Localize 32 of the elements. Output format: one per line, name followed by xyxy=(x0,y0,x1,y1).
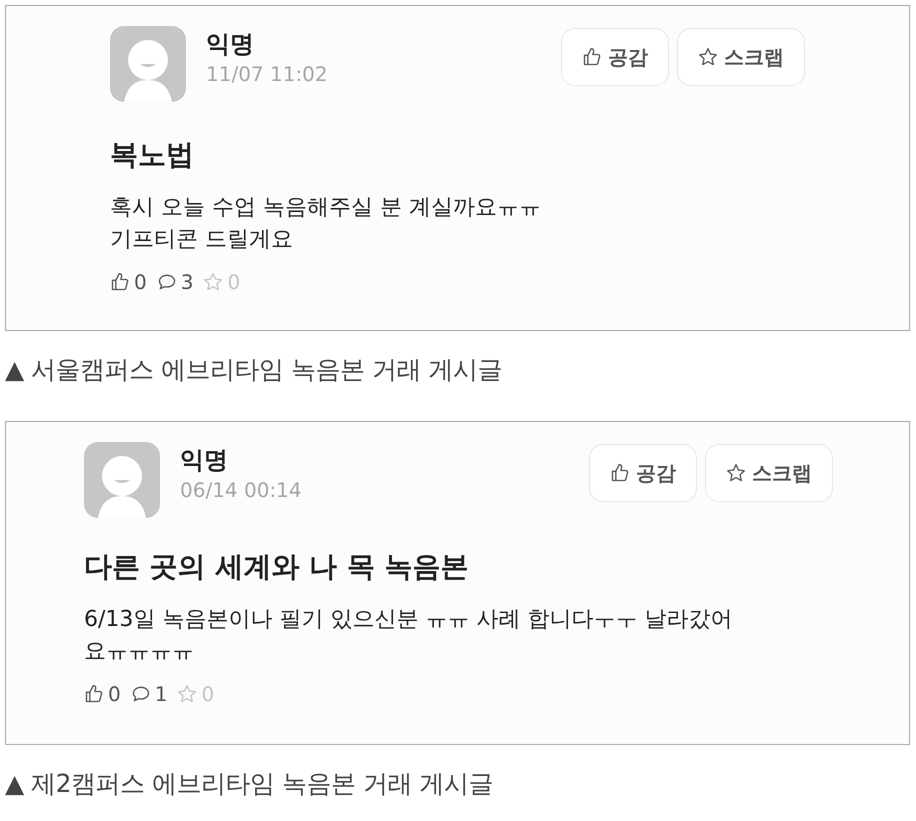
like-count: 0 xyxy=(108,682,121,706)
comment-icon xyxy=(156,272,177,292)
like-count: 0 xyxy=(134,270,147,294)
scrap-button[interactable]: 스크랩 xyxy=(677,28,805,86)
comment-count: 3 xyxy=(180,270,194,294)
star-icon xyxy=(698,47,718,67)
post-body: 6/13일 녹음본이나 필기 있으신분 ㅠㅠ 사례 합니다ㅜㅜ 날라갔어 요ㅠㅠㅠㅠ xyxy=(84,606,734,666)
comment-count: 1 xyxy=(154,682,168,706)
post-time: 11/07 11:02 xyxy=(206,62,328,86)
thumbs-up-icon xyxy=(582,47,602,67)
star-icon xyxy=(726,463,746,483)
figure-caption: ▲ 제2캠퍼스 에브리타임 녹음본 거래 게시글 xyxy=(5,768,494,800)
avatar-icon xyxy=(110,26,186,102)
post-body: 혹시 오늘 수업 녹음해주실 분 계실까요ㅠㅠ 기프티콘 드릴게요 xyxy=(110,194,542,254)
post-title: 다른 곳의 세계와 나 목 녹음본 xyxy=(84,549,470,585)
scrap-button[interactable]: 스크랩 xyxy=(705,444,833,502)
author-name: 익명 xyxy=(180,445,229,476)
thumbs-up-icon xyxy=(84,684,104,704)
scrap-count: 0 xyxy=(227,270,240,294)
like-button[interactable]: 공감 xyxy=(589,444,697,502)
thumbs-up-icon xyxy=(110,272,130,292)
star-icon xyxy=(177,684,198,704)
post-title: 복노법 xyxy=(110,137,195,173)
author-name: 익명 xyxy=(206,29,255,60)
avatar-icon xyxy=(84,442,160,518)
figure-caption: ▲ 서울캠퍼스 에브리타임 녹음본 거래 게시글 xyxy=(5,354,503,386)
star-icon xyxy=(203,272,224,292)
like-button[interactable]: 공감 xyxy=(561,28,669,86)
comment-icon xyxy=(130,684,151,704)
scrap-count: 0 xyxy=(201,682,214,706)
thumbs-up-icon xyxy=(610,463,630,483)
post-time: 06/14 00:14 xyxy=(180,478,302,502)
